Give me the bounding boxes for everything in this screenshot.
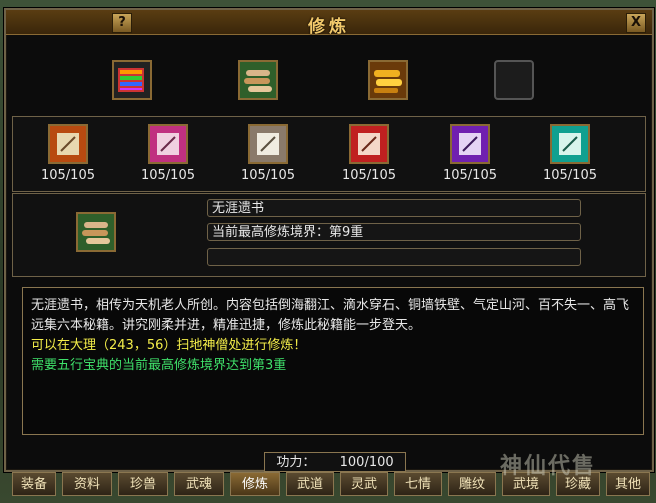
scroll-white-icon[interactable] [248,124,288,164]
scroll-purple-icon[interactable] [450,124,490,164]
scroll-red-icon[interactable] [349,124,389,164]
book-rainbow-icon[interactable] [112,60,152,100]
gold-scroll-bundle-icon[interactable] [368,60,408,100]
scroll-cyan-count: 105/105 [542,168,597,183]
tab-wudao[interactable]: 武道 [286,472,334,496]
extra-field [207,248,581,266]
description-box: 无涯遗书，相传为天机老人所创。内容包括倒海翻江、滴水穿石、铜墙铁壁、气定山河、百… [22,287,644,435]
scroll-red-count: 105/105 [341,168,396,183]
gongli-label: 功力： [276,455,316,470]
level-field: 当前最高修炼境界：第9重 [207,223,581,241]
scroll-bundle-green-icon[interactable] [238,60,278,100]
tab-qiqing[interactable]: 七情 [394,472,442,496]
tab-other[interactable]: 其他 [606,472,650,496]
window-title: 修炼 [308,17,350,37]
requirement-text: 需要五行宝典的当前最高修炼境界达到第3重 [31,358,287,373]
empty-slot-icon[interactable] [494,60,534,100]
gongli-display: 功力： 100/100 [264,452,406,472]
cultivation-window: ? 修炼 X 105/105 105/105 105/105 105/105 1… [4,8,654,472]
tab-profile[interactable]: 资料 [62,472,112,496]
tab-diaowen[interactable]: 雕纹 [448,472,496,496]
scroll-pink-icon[interactable] [148,124,188,164]
scroll-pink-count: 105/105 [140,168,195,183]
selected-book-icon[interactable] [76,212,116,252]
scroll-orange-count: 105/105 [40,168,95,183]
tab-wuhun[interactable]: 武魂 [174,472,224,496]
tab-pets[interactable]: 珍兽 [118,472,168,496]
scroll-cyan-icon[interactable] [550,124,590,164]
scroll-orange-icon[interactable] [48,124,88,164]
title-bar: ? 修炼 X [6,10,652,37]
tab-lingwu[interactable]: 灵武 [340,472,388,496]
scroll-purple-count: 105/105 [442,168,497,183]
tab-equipment[interactable]: 装备 [12,472,56,496]
location-hint: 可以在大理（243，56）扫地神僧处进行修炼！ [31,338,307,353]
scroll-white-count: 105/105 [240,168,295,183]
description-text: 无涯遗书，相传为天机老人所创。内容包括倒海翻江、滴水穿石、铜墙铁壁、气定山河、百… [31,298,630,333]
book-name-field: 无涯遗书 [207,199,581,217]
gongli-value: 100/100 [339,455,394,470]
tab-cultivation[interactable]: 修炼 [230,472,280,496]
watermark: 神仙代售 [500,454,597,479]
close-button[interactable]: X [626,13,646,33]
